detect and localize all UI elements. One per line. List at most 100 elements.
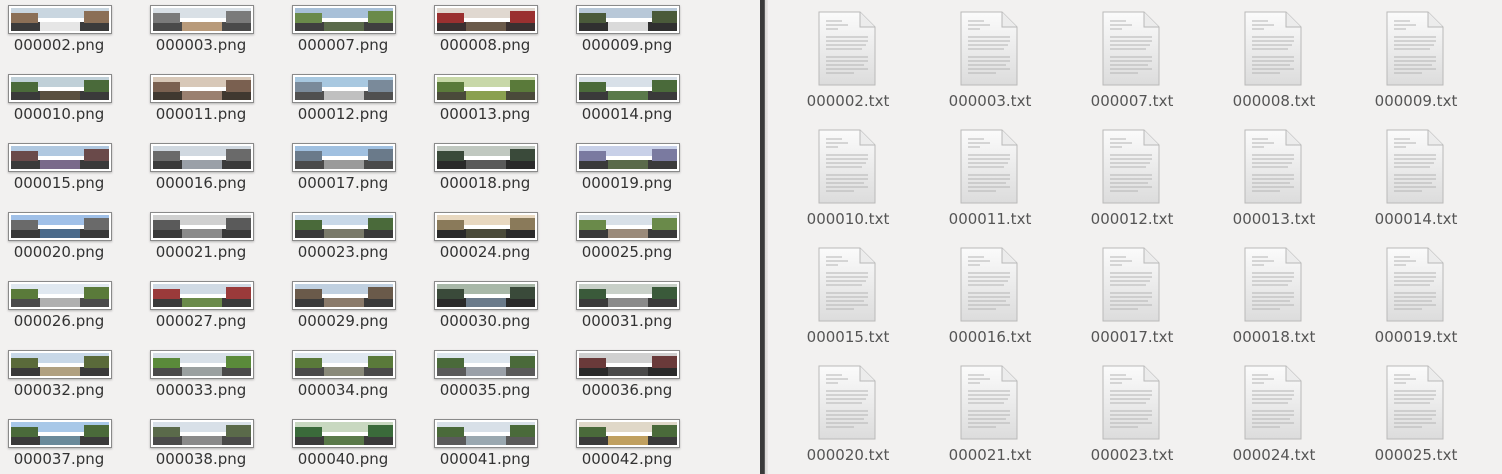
png-file-name: 000010.png [13,105,105,123]
txt-file-name: 000003.txt [948,92,1032,110]
png-file-item[interactable]: 000011.png [142,69,284,138]
png-file-pane[interactable]: 000002.png 000003.png 000007.png 000008.… [0,0,760,474]
text-document-icon [1386,129,1444,204]
png-file-item[interactable]: 000034.png [284,345,426,414]
png-file-item[interactable]: 000036.png [568,345,710,414]
png-file-name: 000033.png [155,381,247,399]
image-thumbnail [292,419,396,448]
txt-file-item[interactable]: 000002.txt [768,0,910,118]
png-file-item[interactable]: 000012.png [284,69,426,138]
image-thumbnail [150,281,254,310]
pane-divider[interactable] [760,0,768,474]
txt-file-item[interactable]: 000016.txt [910,236,1052,354]
png-file-name: 000034.png [297,381,389,399]
street-scene-image [579,146,677,169]
png-file-item[interactable]: 000018.png [426,138,568,207]
street-scene-image [437,8,535,31]
png-file-item[interactable]: 000029.png [284,276,426,345]
png-file-item[interactable]: 000014.png [568,69,710,138]
txt-file-item[interactable]: 000008.txt [1194,0,1336,118]
png-file-item[interactable]: 000042.png [568,414,710,474]
txt-file-name: 000020.txt [806,446,890,464]
png-file-item[interactable]: 000020.png [0,207,142,276]
street-scene-image [153,422,251,445]
text-document-icon [1102,247,1160,322]
street-scene-image [153,215,251,238]
text-document-icon [1102,365,1160,440]
txt-file-item[interactable]: 000024.txt [1194,354,1336,472]
txt-file-name: 000010.txt [806,210,890,228]
text-document-icon [818,365,876,440]
png-file-item[interactable]: 000037.png [0,414,142,474]
street-scene-image [295,422,393,445]
image-thumbnail [8,5,112,34]
png-file-item[interactable]: 000041.png [426,414,568,474]
txt-file-name: 000017.txt [1090,328,1174,346]
png-file-name: 000023.png [297,243,389,261]
txt-file-item[interactable]: 000007.txt [1052,0,1194,118]
png-file-item[interactable]: 000013.png [426,69,568,138]
text-document-icon [960,11,1018,86]
image-thumbnail [292,74,396,103]
png-file-item[interactable]: 000035.png [426,345,568,414]
png-file-name: 000019.png [581,174,673,192]
png-file-item[interactable]: 000003.png [142,0,284,69]
street-scene-image [295,284,393,307]
street-scene-image [579,422,677,445]
text-document-icon [818,247,876,322]
image-thumbnail [150,419,254,448]
street-scene-image [579,353,677,376]
png-file-item[interactable]: 000027.png [142,276,284,345]
png-file-item[interactable]: 000002.png [0,0,142,69]
txt-file-item[interactable]: 000003.txt [910,0,1052,118]
png-file-item[interactable]: 000017.png [284,138,426,207]
image-thumbnail [150,212,254,241]
png-file-item[interactable]: 000031.png [568,276,710,345]
txt-file-item[interactable]: 000011.txt [910,118,1052,236]
png-file-item[interactable]: 000032.png [0,345,142,414]
png-file-name: 000038.png [155,450,247,468]
txt-file-item[interactable]: 000014.txt [1336,118,1478,236]
txt-file-item[interactable]: 000020.txt [768,354,910,472]
txt-file-item[interactable]: 000010.txt [768,118,910,236]
txt-file-pane[interactable]: 000002.txt 000003.txt 000007.txt 000008.… [768,0,1502,474]
image-thumbnail [576,350,680,379]
txt-file-item[interactable]: 000015.txt [768,236,910,354]
txt-file-item[interactable]: 000017.txt [1052,236,1194,354]
png-file-item[interactable]: 000026.png [0,276,142,345]
txt-file-name: 000023.txt [1090,446,1174,464]
txt-file-item[interactable]: 000025.txt [1336,354,1478,472]
png-file-item[interactable]: 000007.png [284,0,426,69]
png-file-item[interactable]: 000038.png [142,414,284,474]
image-thumbnail [292,5,396,34]
png-file-item[interactable]: 000023.png [284,207,426,276]
png-file-item[interactable]: 000010.png [0,69,142,138]
txt-file-item[interactable]: 000013.txt [1194,118,1336,236]
png-file-item[interactable]: 000008.png [426,0,568,69]
image-thumbnail [576,5,680,34]
png-file-item[interactable]: 000024.png [426,207,568,276]
png-file-name: 000040.png [297,450,389,468]
png-file-item[interactable]: 000019.png [568,138,710,207]
png-file-item[interactable]: 000025.png [568,207,710,276]
street-scene-image [295,353,393,376]
png-file-item[interactable]: 000016.png [142,138,284,207]
png-file-item[interactable]: 000021.png [142,207,284,276]
png-file-name: 000035.png [439,381,531,399]
png-file-item[interactable]: 000015.png [0,138,142,207]
txt-file-item[interactable]: 000018.txt [1194,236,1336,354]
png-file-name: 000016.png [155,174,247,192]
png-file-name: 000008.png [439,36,531,54]
png-file-item[interactable]: 000033.png [142,345,284,414]
txt-file-item[interactable]: 000009.txt [1336,0,1478,118]
txt-file-item[interactable]: 000019.txt [1336,236,1478,354]
txt-file-item[interactable]: 000012.txt [1052,118,1194,236]
png-file-name: 000025.png [581,243,673,261]
png-file-name: 000018.png [439,174,531,192]
txt-file-item[interactable]: 000021.txt [910,354,1052,472]
png-file-item[interactable]: 000040.png [284,414,426,474]
png-file-item[interactable]: 000009.png [568,0,710,69]
txt-file-item[interactable]: 000023.txt [1052,354,1194,472]
txt-file-name: 000002.txt [806,92,890,110]
png-file-item[interactable]: 000030.png [426,276,568,345]
